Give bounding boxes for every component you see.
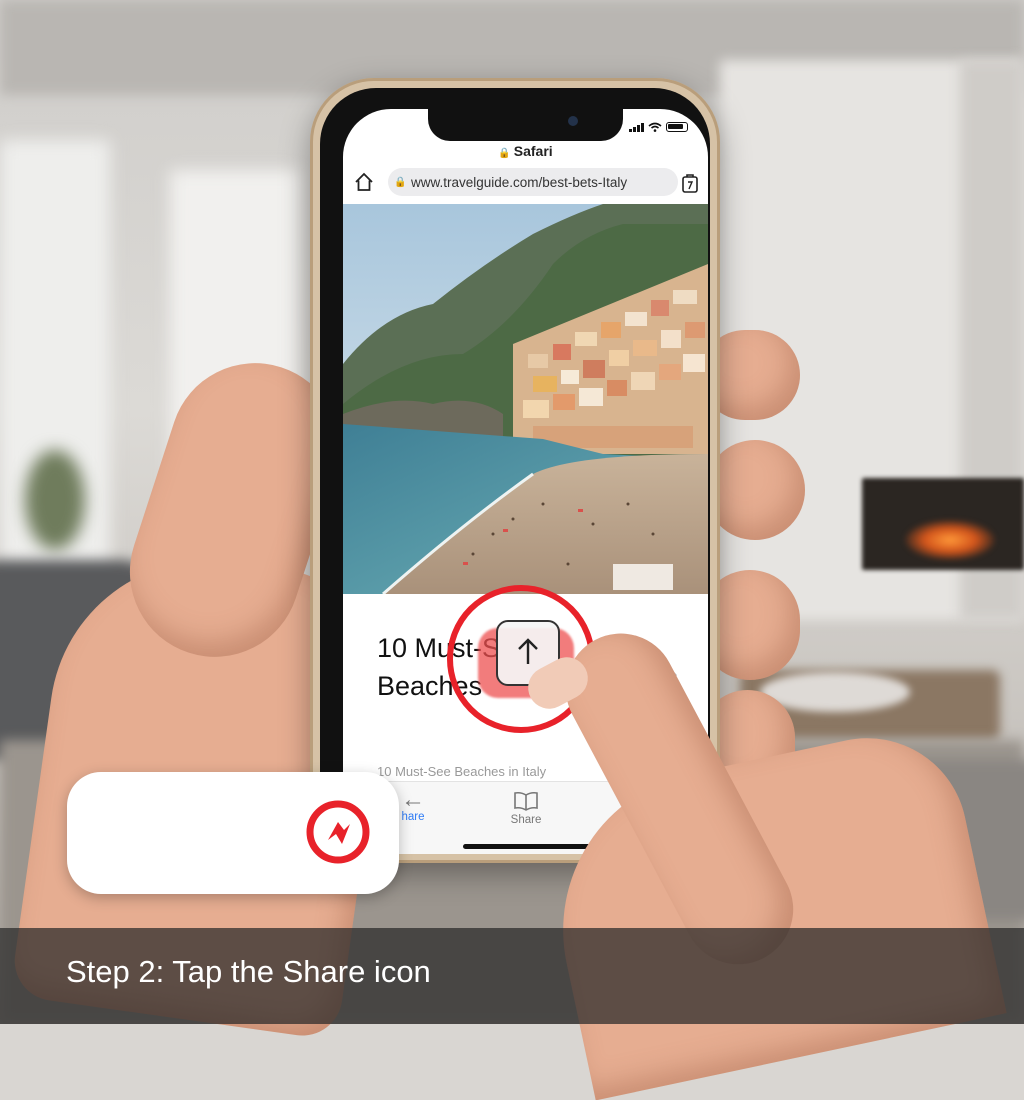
bookmarks-button[interactable]: Share	[506, 791, 546, 826]
browser-title: 🔒 Safari	[498, 143, 553, 159]
url-text: www.travelguide.com/best-bets-Italy	[411, 174, 628, 190]
notch	[428, 109, 623, 141]
status-bar	[629, 122, 688, 132]
lock-icon: 🔒	[498, 148, 511, 159]
instruction-text: Step 2: Tap the Share icon	[66, 954, 431, 989]
back-button[interactable]: ← hare	[401, 786, 425, 824]
wifi-icon	[648, 122, 662, 132]
article-hero-image[interactable]	[343, 204, 708, 594]
book-icon	[514, 791, 538, 811]
tabs-icon[interactable]	[681, 173, 699, 193]
lock-icon: 🔒	[394, 176, 407, 188]
address-bar[interactable]: 🔒 www.travelguide.com/best-bets-Italy	[388, 168, 678, 196]
signal-icon	[629, 122, 644, 132]
article-caption: 10 Must-See Beaches in Italy	[377, 764, 547, 779]
battery-icon	[666, 122, 688, 132]
home-indicator[interactable]	[463, 844, 593, 849]
back-arrow-icon: ←	[401, 786, 425, 813]
brand-logo-icon	[306, 800, 370, 864]
home-icon[interactable]	[354, 172, 374, 192]
left-finger	[705, 440, 805, 540]
